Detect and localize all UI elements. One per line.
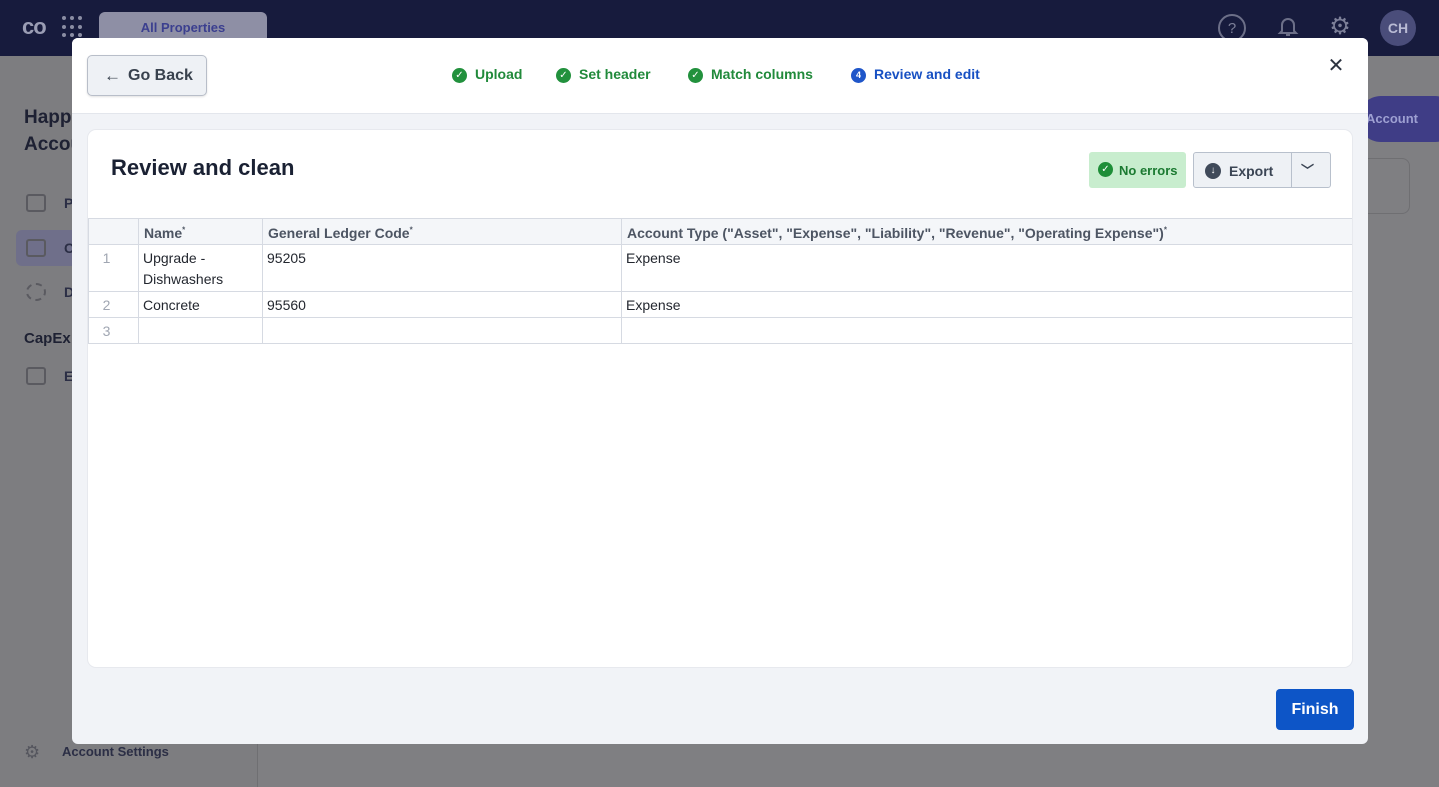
close-icon[interactable]: ✕ (1326, 56, 1346, 76)
settings-gear-icon: ⚙ (24, 742, 41, 762)
percent-document-icon (26, 239, 46, 257)
user-avatar[interactable]: CH (1380, 10, 1416, 46)
column-header-name[interactable]: Name* (138, 218, 263, 245)
apps-grid-icon[interactable] (62, 16, 84, 38)
check-circle-icon: ✓ (1098, 162, 1113, 177)
add-account-button[interactable]: Account (1358, 96, 1439, 142)
row-number-header (88, 218, 139, 245)
table-cell[interactable]: 95205 (262, 244, 622, 292)
data-table: Name* General Ledger Code* Account Type … (88, 218, 1352, 344)
dashed-circle-icon (26, 283, 46, 301)
table-cell[interactable]: Upgrade - Dishwashers (138, 244, 263, 292)
card-title: Review and clean (111, 155, 295, 180)
row-number: 3 (88, 317, 139, 344)
go-back-button[interactable]: ← Go Back (87, 55, 207, 96)
column-header-gl-code[interactable]: General Ledger Code* (262, 218, 622, 245)
table-row: 3 (88, 317, 1352, 344)
finish-button[interactable]: Finish (1276, 689, 1354, 730)
table-row: 2 Concrete 95560 Expense (88, 291, 1352, 318)
table-cell[interactable]: Expense (621, 244, 1352, 292)
check-icon: ✓ (688, 68, 703, 83)
step-number-badge: 4 (851, 68, 866, 83)
account-settings-link[interactable]: ⚙ Account Settings (24, 742, 169, 763)
table-cell[interactable] (138, 317, 263, 344)
chevron-down-icon[interactable]: ﹀ (1301, 160, 1314, 179)
arrow-left-icon: ← (104, 66, 121, 85)
import-modal: ← Go Back ✓ Upload ✓ Set header ✓ Match … (72, 38, 1368, 744)
check-icon: ✓ (556, 68, 571, 83)
download-icon: ↓ (1205, 163, 1221, 179)
review-card: Review and clean ✓ No errors ↓ Export ﹀ … (88, 130, 1352, 667)
box-icon (26, 367, 46, 385)
row-number: 2 (88, 291, 139, 318)
app-logo[interactable]: co (22, 14, 47, 40)
row-number: 1 (88, 244, 139, 292)
table-cell[interactable]: Expense (621, 291, 1352, 318)
table-cell[interactable] (262, 317, 622, 344)
export-button[interactable]: ↓ Export ﹀ (1193, 152, 1331, 188)
no-errors-badge: ✓ No errors (1089, 152, 1186, 188)
column-header-account-type[interactable]: Account Type ("Asset", "Expense", "Liabi… (621, 218, 1352, 245)
modal-header: ← Go Back ✓ Upload ✓ Set header ✓ Match … (72, 38, 1368, 114)
table-cell[interactable]: 95560 (262, 291, 622, 318)
table-row: 1 Upgrade - Dishwashers 95205 Expense (88, 244, 1352, 292)
briefcase-icon (26, 194, 46, 212)
table-cell[interactable] (621, 317, 1352, 344)
sidebar-section-capex: CapEx (24, 330, 71, 347)
table-cell[interactable]: Concrete (138, 291, 263, 318)
check-icon: ✓ (452, 68, 467, 83)
